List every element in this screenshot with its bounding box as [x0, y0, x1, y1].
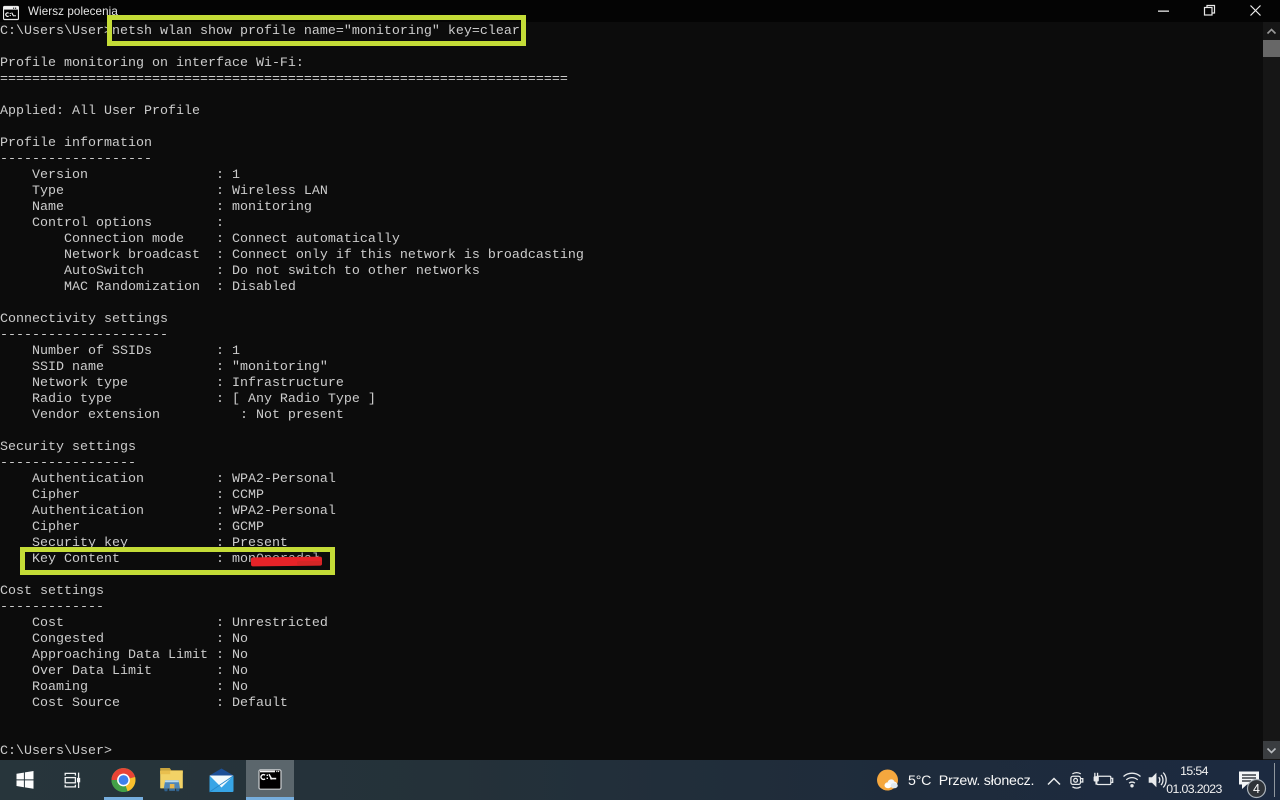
- svg-text:4: 4: [1253, 782, 1260, 796]
